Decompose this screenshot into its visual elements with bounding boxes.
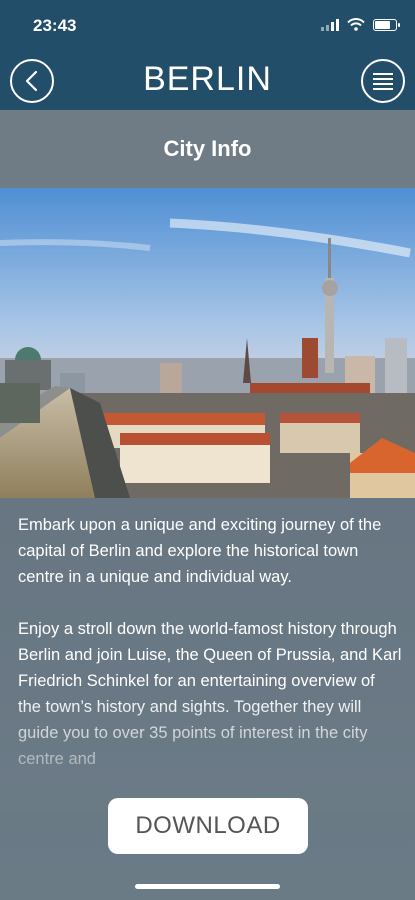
status-bar: 23:43 bbox=[0, 0, 415, 50]
wifi-icon bbox=[347, 18, 365, 31]
cellular-signal-icon bbox=[321, 18, 339, 31]
text-fade-overlay bbox=[0, 693, 415, 813]
battery-level bbox=[375, 20, 391, 29]
status-icons bbox=[321, 18, 400, 31]
intro-paragraph: Embark upon a unique and exciting journe… bbox=[18, 516, 382, 586]
page-title: BERLIN bbox=[143, 60, 272, 98]
section-title: City Info bbox=[0, 110, 415, 188]
content-area: Embark upon a unique and exciting journe… bbox=[0, 498, 415, 900]
status-time: 23:43 bbox=[33, 16, 77, 35]
menu-button[interactable] bbox=[361, 59, 405, 103]
nav-bar: BERLIN bbox=[0, 50, 415, 110]
home-indicator bbox=[135, 884, 280, 889]
download-button[interactable]: DOWNLOAD bbox=[108, 798, 308, 854]
city-photo bbox=[0, 188, 415, 498]
menu-lines-icon bbox=[373, 73, 393, 90]
battery-icon bbox=[373, 18, 400, 31]
